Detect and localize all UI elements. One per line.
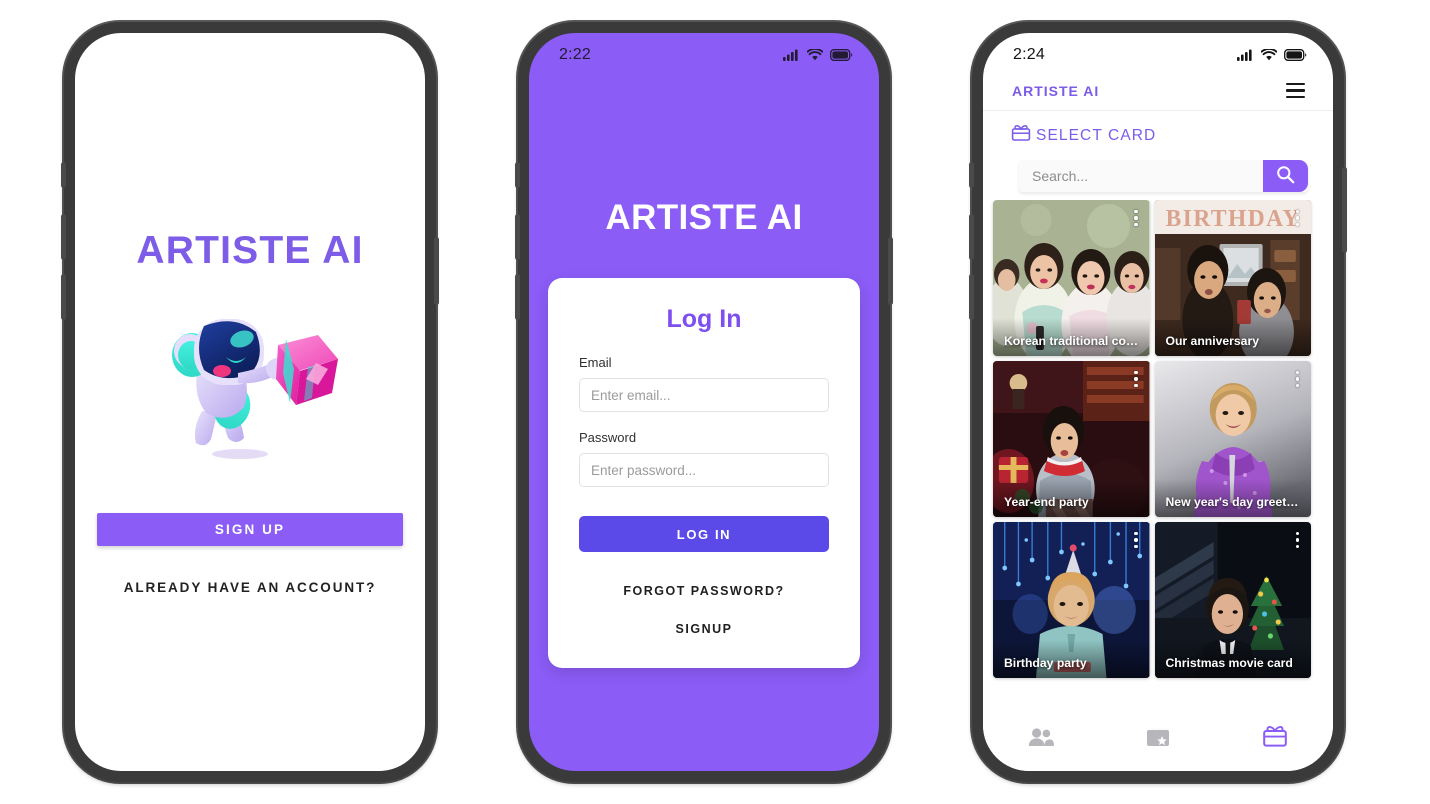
wifi-icon <box>807 49 823 61</box>
card-title: Christmas movie card <box>1165 656 1293 670</box>
splash-screen: ARTISTE AI SIGN UP ALREADY HAVE AN ACCOU… <box>75 33 425 771</box>
power-button[interactable] <box>434 237 439 305</box>
people-icon <box>1028 727 1055 752</box>
search-icon <box>1276 165 1295 187</box>
mute-switch[interactable] <box>61 162 66 188</box>
status-icon-group <box>1237 49 1307 61</box>
kebab-menu-icon[interactable] <box>1134 532 1138 549</box>
card-item[interactable]: BIRTHDAY Our anniversary <box>1154 200 1311 356</box>
cellular-signal-icon <box>1237 49 1254 61</box>
card-thumbnail: BIRTHDAY <box>1154 200 1311 356</box>
robot-mascot-illustration <box>160 299 340 469</box>
forgot-password-link[interactable]: FORGOT PASSWORD? <box>579 584 829 598</box>
card-thumbnail <box>993 522 1150 678</box>
card-thumbnail <box>1154 522 1311 678</box>
battery-full-icon <box>830 49 853 61</box>
login-heading: Log In <box>666 305 742 333</box>
status-icon-group <box>783 49 853 61</box>
card-gallery-screen: 2:24 ARTISTE AI SELECT CARD Search... Ko… <box>983 33 1333 771</box>
power-button[interactable] <box>888 237 893 305</box>
search-bar <box>1019 160 1308 192</box>
volume-down-button[interactable] <box>515 274 520 320</box>
signup-button[interactable]: SIGN UP <box>97 513 403 546</box>
login-card: Log In Email Password LOG IN FORGOT PASS… <box>548 278 860 668</box>
card-item[interactable]: Christmas movie card <box>1154 522 1311 678</box>
card-title: Year-end party <box>1004 495 1089 509</box>
card-grid: Korean traditional cost... BIRTHDAY Our … <box>983 200 1333 715</box>
card-item[interactable]: Year-end party <box>993 361 1150 517</box>
section-header: SELECT CARD <box>983 111 1333 154</box>
phone-device-login: 2:22 ARTISTE AI Log In Email Enter email… <box>515 22 893 782</box>
card-title: New year's day greeting <box>1165 495 1302 509</box>
nav-item-cards[interactable] <box>1216 725 1333 753</box>
hamburger-menu-icon[interactable] <box>1286 82 1305 99</box>
search-input[interactable] <box>1019 160 1263 192</box>
email-field[interactable] <box>579 378 829 412</box>
kebab-menu-icon[interactable] <box>1295 371 1299 388</box>
brand-title: ARTISTE AI <box>605 198 803 237</box>
card-item[interactable]: Birthday party <box>993 522 1150 678</box>
page-title: ARTISTE AI <box>136 229 364 272</box>
card-title: Our anniversary <box>1165 334 1259 348</box>
card-thumbnail <box>993 200 1150 356</box>
nav-item-movie[interactable] <box>1100 726 1217 753</box>
password-label: Password <box>579 430 637 445</box>
volume-up-button[interactable] <box>969 214 974 260</box>
phone-device-gallery: 2:24 ARTISTE AI SELECT CARD Search... Ko… <box>969 22 1347 782</box>
gift-card-icon <box>1262 725 1288 753</box>
status-bar: 2:24 <box>983 33 1333 71</box>
kebab-menu-icon[interactable] <box>1295 532 1299 549</box>
kebab-menu-icon[interactable] <box>1295 210 1299 227</box>
phone-screen-login: 2:22 ARTISTE AI Log In Email Enter email… <box>529 33 879 771</box>
nav-item-people[interactable] <box>983 727 1100 752</box>
card-thumbnail <box>993 361 1150 517</box>
bottom-navigation <box>983 715 1333 771</box>
section-title: SELECT CARD <box>1036 126 1157 144</box>
card-title: Korean traditional cost... <box>1004 334 1140 348</box>
movie-clapper-icon <box>1146 726 1170 753</box>
app-header: ARTISTE AI <box>983 71 1333 111</box>
status-bar: 2:22 <box>529 33 879 71</box>
mute-switch[interactable] <box>515 162 520 188</box>
battery-full-icon <box>1284 49 1307 61</box>
signup-link[interactable]: SIGNUP <box>579 622 829 636</box>
card-title: Birthday party <box>1004 656 1087 670</box>
login-screen: 2:22 ARTISTE AI Log In Email Enter email… <box>529 33 879 771</box>
password-field[interactable] <box>579 453 829 487</box>
power-button[interactable] <box>1342 167 1347 253</box>
mute-switch[interactable] <box>969 162 974 188</box>
phone-screen-splash: ARTISTE AI SIGN UP ALREADY HAVE AN ACCOU… <box>75 33 425 771</box>
phone-screen-gallery: 2:24 ARTISTE AI SELECT CARD Search... Ko… <box>983 33 1333 771</box>
search-button[interactable] <box>1263 160 1308 192</box>
card-item[interactable]: Korean traditional cost... <box>993 200 1150 356</box>
app-brand: ARTISTE AI <box>1012 82 1100 99</box>
kebab-menu-icon[interactable] <box>1134 371 1138 388</box>
already-have-account-link[interactable]: ALREADY HAVE AN ACCOUNT? <box>124 580 377 595</box>
phone-device-splash: ARTISTE AI SIGN UP ALREADY HAVE AN ACCOU… <box>61 22 439 782</box>
email-label: Email <box>579 355 612 370</box>
status-time: 2:24 <box>1013 46 1045 63</box>
gift-card-icon <box>1011 124 1031 147</box>
svg-text:BIRTHDAY: BIRTHDAY <box>1165 206 1300 232</box>
login-button[interactable]: LOG IN <box>579 516 829 552</box>
kebab-menu-icon[interactable] <box>1134 210 1138 227</box>
volume-down-button[interactable] <box>969 274 974 320</box>
screenshot-stage: ARTISTE AI SIGN UP ALREADY HAVE AN ACCOU… <box>0 0 1430 804</box>
volume-up-button[interactable] <box>515 214 520 260</box>
status-time: 2:22 <box>559 46 591 63</box>
cellular-signal-icon <box>783 49 800 61</box>
volume-up-button[interactable] <box>61 214 66 260</box>
card-thumbnail <box>1154 361 1311 517</box>
volume-down-button[interactable] <box>61 274 66 320</box>
wifi-icon <box>1261 49 1277 61</box>
card-item[interactable]: New year's day greeting <box>1154 361 1311 517</box>
